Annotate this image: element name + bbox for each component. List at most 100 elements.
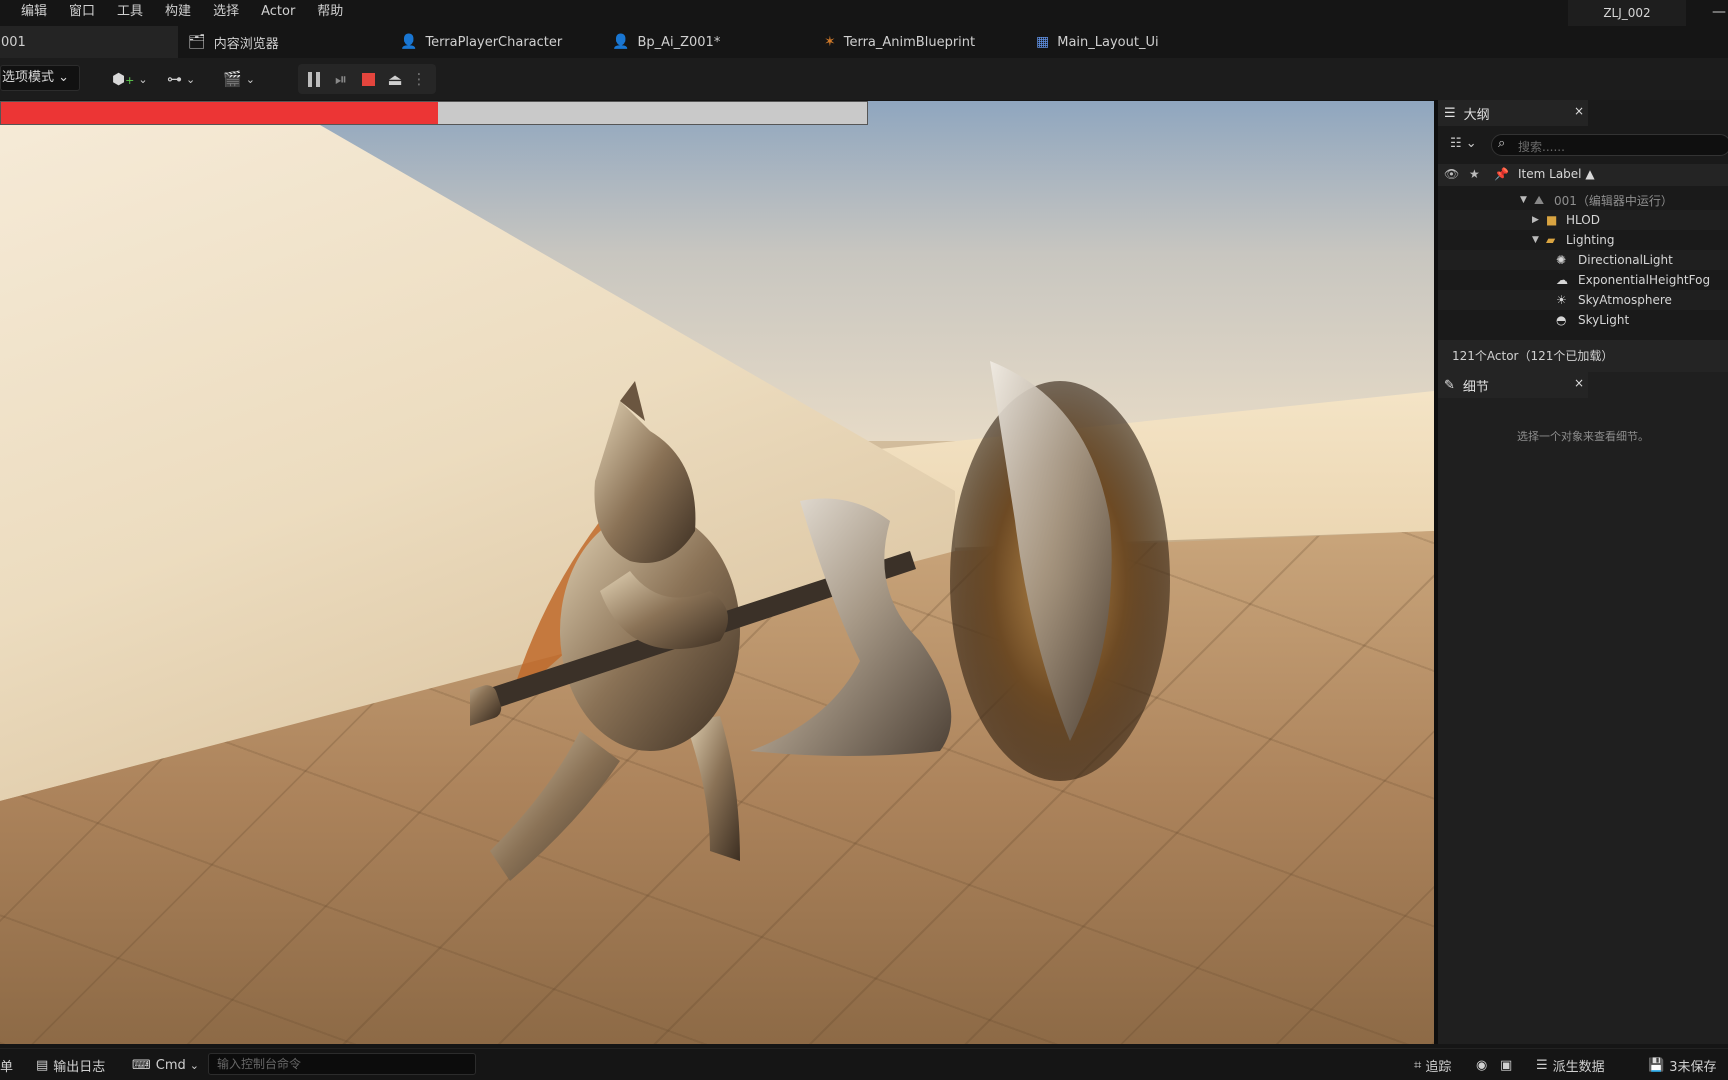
unsaved-label: 3未保存 bbox=[1669, 1059, 1717, 1075]
sky-atmosphere-icon: ☀ bbox=[1556, 293, 1567, 307]
chevron-down-icon: ⌄ bbox=[138, 72, 148, 86]
item-label-column[interactable]: Item Label ▲ bbox=[1518, 167, 1595, 181]
tab-bp-ai-z001[interactable]: 👤 Bp_Ai_Z001* bbox=[612, 26, 720, 58]
row-label: DirectionalLight bbox=[1578, 253, 1673, 267]
outliner-row-sky-atmosphere[interactable]: ☀ SkyAtmosphere bbox=[1438, 290, 1728, 310]
project-name[interactable]: ZLJ_002 bbox=[1568, 0, 1686, 27]
content-drawer-label[interactable]: 单 bbox=[0, 1055, 13, 1075]
blueprint-character-icon: 👤 bbox=[400, 34, 418, 50]
pin-icon[interactable]: 📌 bbox=[1494, 167, 1509, 181]
search-icon: ⌕ bbox=[1498, 136, 1506, 151]
tab-main-layout-ui[interactable]: ▦ Main_Layout_Ui bbox=[1036, 26, 1159, 58]
database-icon: ☰ bbox=[1536, 1057, 1548, 1073]
trace-button[interactable]: ⌗ 追踪 bbox=[1414, 1055, 1451, 1075]
visibility-icon[interactable]: 👁 bbox=[1444, 167, 1459, 181]
directional-light-icon: ✺ bbox=[1556, 253, 1567, 267]
collapse-arrow-icon[interactable]: ▼ bbox=[1532, 235, 1539, 245]
outliner-column-header: 👁 ★ 📌 Item Label ▲ bbox=[1438, 164, 1728, 186]
row-label: SkyAtmosphere bbox=[1578, 293, 1672, 307]
blueprint-menu-button[interactable]: ⊶ ⌄ bbox=[167, 66, 195, 92]
console-command-input[interactable]: 输入控制台命令 bbox=[208, 1053, 476, 1075]
tab-label: Bp_Ai_Z001* bbox=[637, 34, 721, 50]
close-icon[interactable]: × bbox=[1574, 376, 1584, 390]
unsaved-assets-button[interactable]: 💾 3未保存 bbox=[1648, 1055, 1716, 1075]
row-label: SkyLight bbox=[1578, 313, 1630, 327]
tab-details[interactable]: ✎ 细节 × bbox=[1438, 372, 1588, 398]
level-toolbar: 选项模式 ⌄ ⬢+ ⌄ ⊶ ⌄ 🎬 ⌄ ⏯ ⏏ ⋮ bbox=[0, 58, 1728, 100]
tab-label: Main_Layout_Ui bbox=[1057, 34, 1159, 50]
output-log-label: 输出日志 bbox=[53, 1059, 106, 1075]
stop-button[interactable] bbox=[357, 68, 379, 90]
widget-blueprint-icon: ▦ bbox=[1036, 34, 1050, 50]
outliner-row-lighting[interactable]: ▼ ▰ Lighting bbox=[1438, 230, 1728, 250]
outliner-row-hlod[interactable]: ▶ ■ HLOD bbox=[1438, 210, 1728, 230]
chevron-down-icon: ⌄ bbox=[189, 1058, 199, 1072]
eject-button[interactable]: ⏏ bbox=[384, 68, 406, 90]
add-actor-button[interactable]: ⬢+ ⌄ bbox=[112, 66, 148, 92]
close-icon[interactable]: × bbox=[1574, 104, 1584, 118]
menu-edit[interactable]: 编辑 bbox=[0, 0, 58, 26]
outliner-row-fog[interactable]: ☁ ExponentialHeightFog bbox=[1438, 270, 1728, 290]
stop-icon bbox=[361, 72, 375, 86]
play-controls: ⏯ ⏏ ⋮ bbox=[298, 64, 436, 94]
menu-build[interactable]: 构建 bbox=[154, 0, 202, 26]
row-label: ExponentialHeightFog bbox=[1578, 273, 1711, 287]
pause-icon bbox=[306, 71, 322, 87]
save-icon: 💾 bbox=[1648, 1057, 1665, 1073]
menu-actor[interactable]: Actor bbox=[250, 0, 306, 26]
tab-label: 001 bbox=[1, 34, 26, 50]
outliner-search-input[interactable]: ⌕ 搜索...... bbox=[1491, 134, 1728, 156]
cmd-label: Cmd bbox=[155, 1057, 186, 1073]
derived-data-button[interactable]: ☰ 派生数据 bbox=[1536, 1055, 1605, 1075]
pause-button[interactable] bbox=[303, 68, 325, 90]
more-options-button[interactable]: ⋮ bbox=[408, 68, 430, 90]
fog-icon: ☁ bbox=[1556, 273, 1568, 287]
cinematics-button[interactable]: 🎬 ⌄ bbox=[223, 66, 255, 92]
row-label: HLOD bbox=[1566, 213, 1600, 227]
tab-label: Terra_AnimBlueprint bbox=[843, 34, 976, 50]
tab-terra-anim-blueprint[interactable]: ✶ Terra_AnimBlueprint bbox=[824, 26, 975, 58]
step-icon: ⏯ bbox=[334, 70, 347, 88]
revision-control-icon[interactable]: ▣ bbox=[1500, 1055, 1512, 1075]
details-tab-label: 细节 bbox=[1462, 379, 1489, 395]
outliner-row-directional-light[interactable]: ✺ DirectionalLight bbox=[1438, 250, 1728, 270]
output-log-button[interactable]: ▤ 输出日志 bbox=[36, 1055, 105, 1075]
eject-icon: ⏏ bbox=[387, 69, 403, 89]
menu-window[interactable]: 窗口 bbox=[58, 0, 106, 26]
outliner-icon: ☰ bbox=[1444, 105, 1456, 121]
tab-terra-player-character[interactable]: 👤 TerraPlayerCharacter bbox=[400, 26, 562, 58]
pencil-icon: ✎ bbox=[1444, 377, 1455, 393]
world-icon: ⛰ bbox=[1534, 192, 1545, 207]
menu-bar: 编辑 窗口 工具 构建 选择 Actor 帮助 bbox=[0, 0, 1728, 26]
row-label: 001（编辑器中运行） bbox=[1554, 193, 1673, 208]
content-browser-icon: 🗂 bbox=[188, 34, 206, 50]
tab-content-browser[interactable]: 🗂 内容浏览器 bbox=[188, 26, 279, 58]
derived-data-label: 派生数据 bbox=[1552, 1059, 1605, 1075]
tab-outliner[interactable]: ☰ 大纲 × bbox=[1438, 100, 1588, 126]
mode-label: 选项模式 bbox=[2, 70, 55, 85]
game-viewport[interactable] bbox=[0, 101, 1434, 1044]
outliner-row-sky-light[interactable]: ◓ SkyLight bbox=[1438, 310, 1728, 330]
collapse-arrow-icon[interactable]: ▼ bbox=[1520, 195, 1527, 205]
tab-level[interactable]: 001 bbox=[0, 26, 178, 58]
log-icon: ▤ bbox=[36, 1057, 49, 1073]
menu-select[interactable]: 选择 bbox=[202, 0, 250, 26]
menu-help[interactable]: 帮助 bbox=[306, 0, 354, 26]
cmd-dropdown[interactable]: ⌨ Cmd ⌄ bbox=[132, 1055, 199, 1075]
details-empty-message: 选择一个对象来查看细节。 bbox=[1517, 430, 1649, 443]
source-control-icon[interactable]: ◉ bbox=[1476, 1055, 1487, 1075]
search-placeholder: 搜索...... bbox=[1518, 140, 1565, 154]
minimize-button[interactable]: — bbox=[1712, 0, 1726, 24]
sky-light-icon: ◓ bbox=[1556, 313, 1567, 327]
trace-icon: ⌗ bbox=[1414, 1057, 1422, 1073]
filter-icon[interactable]: ☷ ⌄ bbox=[1450, 136, 1477, 151]
star-icon[interactable]: ★ bbox=[1469, 167, 1480, 181]
player-health-bar bbox=[0, 101, 868, 125]
menu-tools[interactable]: 工具 bbox=[106, 0, 154, 26]
anim-blueprint-icon: ✶ bbox=[824, 34, 836, 50]
mode-select-button[interactable]: 选项模式 ⌄ bbox=[0, 65, 80, 91]
details-panel: ✎ 细节 × 选择一个对象来查看细节。 bbox=[1438, 372, 1728, 1044]
outliner-row-world[interactable]: ▼ ⛰ 001（编辑器中运行） bbox=[1438, 190, 1728, 210]
expand-arrow-icon[interactable]: ▶ bbox=[1532, 215, 1539, 225]
step-button[interactable]: ⏯ bbox=[330, 68, 352, 90]
